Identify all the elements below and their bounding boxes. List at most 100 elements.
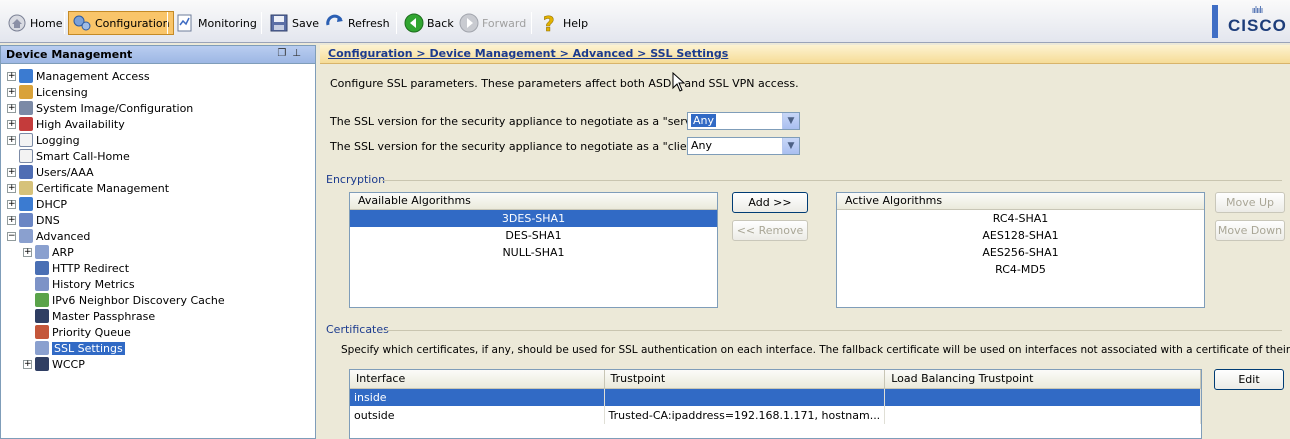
expand-icon[interactable]: + xyxy=(7,199,16,209)
chevron-down-icon[interactable]: ▼ xyxy=(782,138,799,154)
expand-icon[interactable]: + xyxy=(7,119,16,129)
restore-icon[interactable]: ❐ xyxy=(277,48,292,59)
save-label: Save xyxy=(292,16,320,30)
sidebar-item-http-redirect[interactable]: HTTP Redirect xyxy=(35,260,129,276)
http-redirect-icon xyxy=(35,261,49,275)
move-down-button[interactable]: Move Down xyxy=(1215,220,1285,241)
table-row[interactable]: inside xyxy=(350,388,1201,406)
edit-certificate-button[interactable]: Edit xyxy=(1214,369,1284,390)
main-toolbar: Home Configuration Monitoring Save Refre… xyxy=(0,0,1290,43)
sidebar-item-history-metrics[interactable]: History Metrics xyxy=(35,276,135,292)
save-button[interactable]: Save xyxy=(266,11,322,35)
expand-icon[interactable]: + xyxy=(7,71,16,81)
users-icon xyxy=(19,165,33,179)
forward-button[interactable]: Forward xyxy=(456,11,529,35)
sidebar-item-ipv6-neighbor-discovery[interactable]: IPv6 Neighbor Discovery Cache xyxy=(35,292,225,308)
sidebar-item-smart-call-home[interactable]: Smart Call-Home xyxy=(19,148,130,164)
page-description: Configure SSL parameters. These paramete… xyxy=(330,77,799,90)
expand-icon[interactable]: + xyxy=(7,167,16,177)
remove-algorithm-button[interactable]: << Remove xyxy=(732,220,808,241)
breadcrumb[interactable]: Configuration > Device Management > Adva… xyxy=(328,47,728,60)
priority-queue-icon xyxy=(35,325,49,339)
available-algorithms-list[interactable]: Available Algorithms 3DES-SHA1 DES-SHA1 … xyxy=(349,192,718,308)
trustpoint-cell xyxy=(604,388,886,406)
system-image-icon xyxy=(19,101,33,115)
logging-icon xyxy=(19,133,33,147)
home-button[interactable]: Home xyxy=(4,11,65,35)
license-icon xyxy=(19,85,33,99)
column-header-interface[interactable]: Interface xyxy=(350,370,605,389)
advanced-icon xyxy=(19,229,33,243)
panel-header: Device Management ❐⊥ xyxy=(1,46,315,64)
pin-icon[interactable]: ⊥ xyxy=(292,48,307,59)
configuration-button[interactable]: Configuration xyxy=(68,11,174,35)
monitoring-button[interactable]: Monitoring xyxy=(172,11,260,35)
sidebar-item-advanced[interactable]: − Advanced xyxy=(7,228,90,244)
list-item[interactable]: DES-SHA1 xyxy=(350,227,717,244)
sidebar-item-dns[interactable]: + DNS xyxy=(7,212,60,228)
server-version-select[interactable]: Any ▼ xyxy=(687,112,800,130)
help-label: Help xyxy=(563,16,589,30)
client-version-select[interactable]: Any ▼ xyxy=(687,137,800,155)
arp-icon xyxy=(35,245,49,259)
sidebar-item-system-image[interactable]: + System Image/Configuration xyxy=(7,100,193,116)
forward-arrow-icon xyxy=(459,13,479,33)
sidebar-item-arp[interactable]: + ARP xyxy=(23,244,74,260)
expand-icon[interactable]: + xyxy=(7,135,16,145)
back-button[interactable]: Back xyxy=(401,11,457,35)
list-item[interactable]: 3DES-SHA1 xyxy=(350,210,717,227)
server-version-label: The SSL version for the security applian… xyxy=(330,115,712,128)
expand-icon[interactable]: + xyxy=(7,87,16,97)
sidebar-item-priority-queue[interactable]: Priority Queue xyxy=(35,324,131,340)
breadcrumb-bar: Configuration > Device Management > Adva… xyxy=(320,45,1290,64)
sidebar-item-master-passphrase[interactable]: Master Passphrase xyxy=(35,308,155,324)
sidebar-item-users-aaa[interactable]: + Users/AAA xyxy=(7,164,94,180)
column-header-trustpoint[interactable]: Trustpoint xyxy=(604,370,886,389)
ssl-icon xyxy=(35,341,49,355)
sidebar-item-management-access[interactable]: + Management Access xyxy=(7,68,150,84)
dhcp-icon xyxy=(19,197,33,211)
panel-title: Device Management xyxy=(6,48,133,61)
add-algorithm-button[interactable]: Add >> xyxy=(732,192,808,213)
device-management-panel: Device Management ❐⊥ + Management Access… xyxy=(0,45,316,439)
sidebar-item-high-availability[interactable]: + High Availability xyxy=(7,116,125,132)
history-metrics-icon xyxy=(35,277,49,291)
expand-icon[interactable]: + xyxy=(23,247,32,257)
certificates-description: Specify which certificates, if any, shou… xyxy=(341,344,1290,356)
certificates-table-container: Interface Trustpoint Load Balancing Trus… xyxy=(349,369,1202,439)
list-item[interactable]: RC4-MD5 xyxy=(837,261,1204,278)
interface-cell: inside xyxy=(350,388,605,406)
back-arrow-icon xyxy=(404,13,424,33)
expand-icon[interactable]: + xyxy=(7,183,16,193)
list-item[interactable]: AES256-SHA1 xyxy=(837,244,1204,261)
certificates-group-title: Certificates xyxy=(326,323,389,336)
interface-cell: outside xyxy=(350,406,605,424)
sidebar-item-certificate-management[interactable]: + Certificate Management xyxy=(7,180,169,196)
list-item[interactable]: NULL-SHA1 xyxy=(350,244,717,261)
column-header-lb-trustpoint[interactable]: Load Balancing Trustpoint xyxy=(884,370,1201,389)
help-button[interactable]: ? Help xyxy=(537,11,591,37)
collapse-icon[interactable]: − xyxy=(7,231,16,241)
dns-icon xyxy=(19,213,33,227)
cisco-logo: ıılıılı CISCO xyxy=(1228,6,1287,35)
expand-icon[interactable]: + xyxy=(7,215,16,225)
sidebar-item-dhcp[interactable]: + DHCP xyxy=(7,196,67,212)
trustpoint-cell: Trusted-CA:ipaddress=192.168.1.171, host… xyxy=(604,406,886,424)
active-algorithms-list[interactable]: Active Algorithms RC4-SHA1 AES128-SHA1 A… xyxy=(836,192,1205,308)
sidebar-item-ssl-settings[interactable]: SSL Settings xyxy=(35,340,125,356)
move-up-button[interactable]: Move Up xyxy=(1215,192,1285,213)
list-item[interactable]: RC4-SHA1 xyxy=(837,210,1204,227)
ipv6-icon xyxy=(35,293,49,307)
client-version-label: The SSL version for the security applian… xyxy=(330,140,707,153)
certificates-table: Interface Trustpoint Load Balancing Trus… xyxy=(350,370,1201,424)
expand-icon[interactable]: + xyxy=(23,359,32,369)
chevron-down-icon[interactable]: ▼ xyxy=(782,113,799,129)
refresh-button[interactable]: Refresh xyxy=(322,11,393,35)
table-row[interactable]: outside Trusted-CA:ipaddress=192.168.1.1… xyxy=(350,406,1201,424)
list-item[interactable]: AES128-SHA1 xyxy=(837,227,1204,244)
sidebar-item-licensing[interactable]: + Licensing xyxy=(7,84,88,100)
sidebar-item-logging[interactable]: + Logging xyxy=(7,132,80,148)
sidebar-item-wccp[interactable]: + WCCP xyxy=(23,356,85,372)
expand-icon[interactable]: + xyxy=(7,103,16,113)
configuration-label: Configuration xyxy=(95,16,170,30)
